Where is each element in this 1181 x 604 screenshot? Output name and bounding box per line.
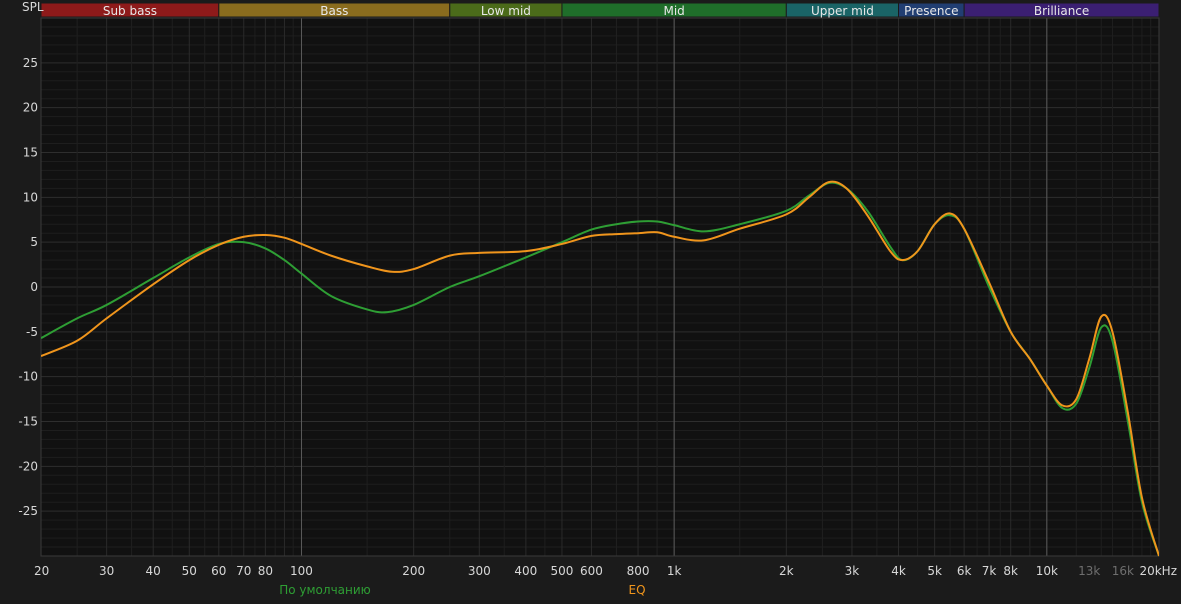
x-tick-label: 1k [667,564,682,578]
x-tick-label: 6k [957,564,972,578]
x-tick-label: 10k [1036,564,1058,578]
band-label: Brilliance [1034,4,1089,18]
x-tick-label: 16k [1112,564,1134,578]
x-tick-label: 500 [551,564,574,578]
band-label: Bass [320,4,348,18]
y-tick-label: -5 [26,325,38,339]
x-tick-label: 100 [290,564,313,578]
band-label: Upper mid [811,4,874,18]
y-axis-label: SPL [22,0,44,14]
y-tick-label: 25 [23,56,38,70]
x-tick-label: 2k [779,564,794,578]
y-tick-label: 5 [30,235,38,249]
x-tick-label: 8k [1003,564,1018,578]
y-tick-label: -10 [18,370,38,384]
x-tick-label: 50 [182,564,197,578]
legend-entry-eq[interactable]: EQ [628,583,645,597]
y-tick-label: 10 [23,190,38,204]
band-label: Mid [663,4,684,18]
band-label: Presence [904,4,958,18]
chart-svg: Sub bass Bass Low mid Mid Upper mid Presence B… [18,0,1177,597]
x-tick-label: 5k [927,564,942,578]
x-tick-label: 800 [627,564,650,578]
x-tick-label: 60 [211,564,226,578]
band-label: Low mid [481,4,531,18]
x-tick-label: 300 [468,564,491,578]
x-tick-label: 80 [258,564,273,578]
frequency-response-chart: Sub bass Bass Low mid Mid Upper mid Presence B… [0,0,1181,600]
x-tick-label: 13k [1078,564,1100,578]
y-tick-label: 20 [23,101,38,115]
x-tick-label: 600 [580,564,603,578]
x-tick-label: 40 [146,564,161,578]
x-tick-label: 3k [845,564,860,578]
x-tick-label: 4k [891,564,906,578]
band-label: Sub bass [103,4,157,18]
y-tick-label: 0 [30,280,38,294]
y-tick-label: 15 [23,146,38,160]
x-tick-label: 20 [34,564,49,578]
x-tick-label: 70 [236,564,251,578]
x-tick-label: 7k [982,564,997,578]
legend-entry-default[interactable]: По умолчанию [279,583,371,597]
x-tick-label: 200 [402,564,425,578]
x-tick-label: 400 [514,564,537,578]
x-tick-label: 30 [99,564,114,578]
y-tick-label: -15 [18,415,38,429]
x-tick-label: 20kHz [1139,564,1177,578]
y-tick-label: -25 [18,504,38,518]
y-tick-label: -20 [18,459,38,473]
